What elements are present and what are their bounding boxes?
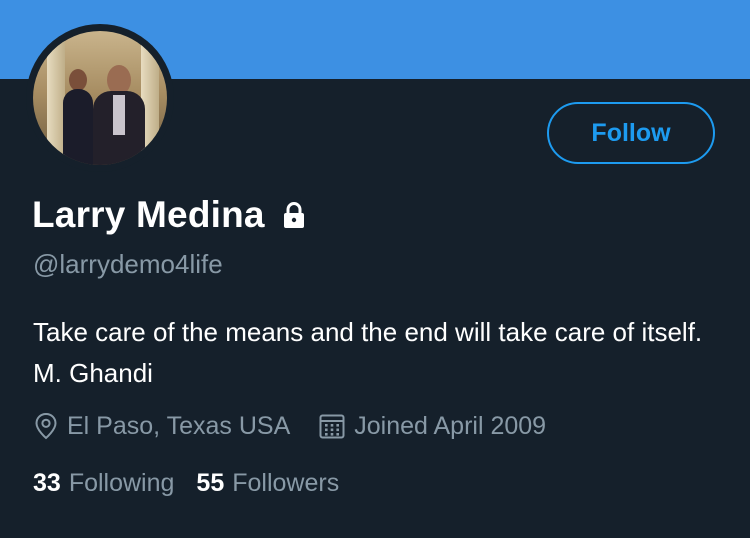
followers-link[interactable]: 55 Followers xyxy=(196,469,339,498)
joined-item: Joined April 2009 xyxy=(318,412,546,441)
profile-meta: El Paso, Texas USA Joined April 2009 xyxy=(33,408,574,444)
profile-stats: 33 Following 55 Followers xyxy=(33,465,361,501)
avatar-photo xyxy=(33,31,167,165)
lock-icon xyxy=(279,200,309,230)
following-label: Following xyxy=(68,468,175,497)
following-count: 33 xyxy=(33,468,61,497)
location-pin-icon xyxy=(35,412,57,440)
profile-bio: Take care of the means and the end will … xyxy=(33,317,703,388)
location-item: El Paso, Texas USA xyxy=(33,412,290,441)
followers-count: 55 xyxy=(196,468,225,497)
followers-label: Followers xyxy=(232,468,340,497)
profile-name-row: Larry Medina xyxy=(32,192,309,238)
avatar[interactable] xyxy=(26,24,174,172)
location-text: El Paso, Texas USA xyxy=(67,411,291,440)
profile-name: Larry Medina xyxy=(32,194,265,235)
joined-text: Joined April 2009 xyxy=(354,411,547,440)
follow-button[interactable]: Follow xyxy=(547,102,715,164)
calendar-icon xyxy=(319,414,345,439)
profile-handle: @larrydemo4life xyxy=(33,249,223,279)
following-link[interactable]: 33 Following xyxy=(33,469,174,498)
